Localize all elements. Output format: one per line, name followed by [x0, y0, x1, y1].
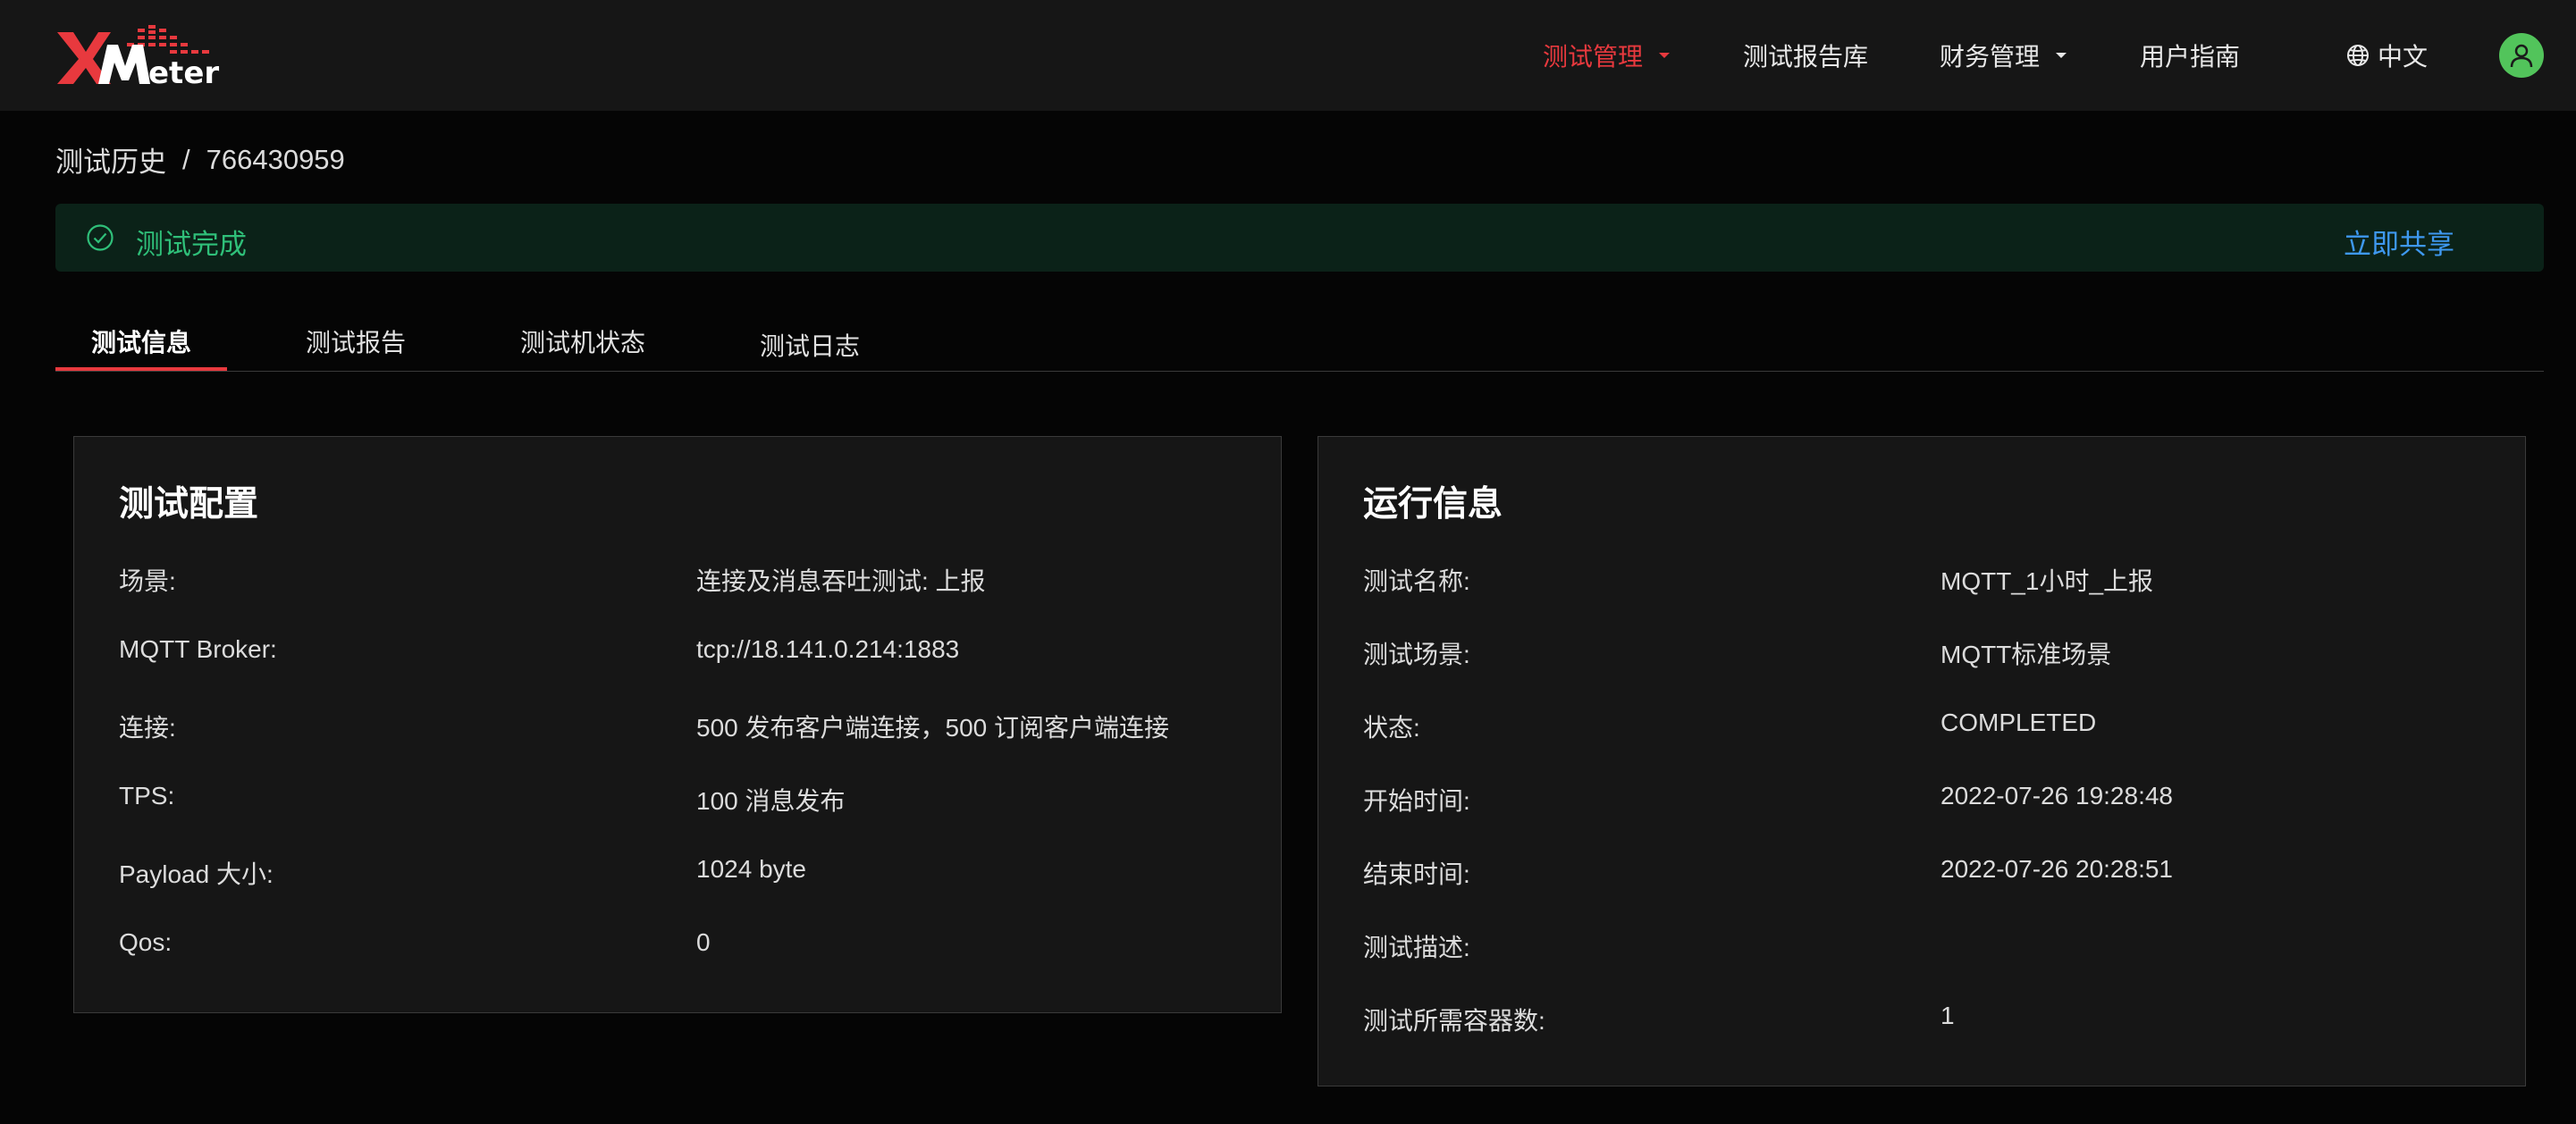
tab-test-info[interactable]: 测试信息: [91, 323, 191, 372]
row-value: 连接及消息吞吐测试: 上报: [696, 567, 986, 595]
row-value: 100 消息发布: [696, 787, 846, 815]
breadcrumb-parent-link[interactable]: 测试历史: [55, 139, 166, 180]
row-value: 1: [1940, 1002, 1955, 1029]
row-label: 结束时间:: [1363, 860, 1470, 888]
check-circle-icon: [87, 224, 114, 251]
nav-label: 测试报告库: [1743, 43, 1869, 71]
alert-message: 测试完成: [136, 229, 247, 260]
row-label: 测试名称:: [1363, 567, 1470, 595]
active-tab-indicator: [55, 367, 227, 371]
nav-label: 用户指南: [2140, 43, 2241, 71]
share-now-link[interactable]: 立即共享: [2344, 222, 2454, 262]
row-value: 2022-07-26 19:28:48: [1940, 782, 2173, 809]
test-config-card: 测试配置 场景: 连接及消息吞吐测试: 上报 MQTT Broker: tcp:…: [73, 436, 1282, 1013]
tab-label: 测试机状态: [520, 329, 646, 356]
row-label: 测试所需容器数:: [1363, 1007, 1545, 1035]
row-value: 0: [696, 928, 711, 956]
svg-text:eter: eter: [148, 55, 219, 84]
tab-bar: 测试信息 测试报告 测试机状态 测试日志: [55, 313, 2544, 372]
nav-label: 测试管理: [1543, 43, 1644, 71]
globe-icon: [2347, 45, 2369, 66]
row-label: 开始时间:: [1363, 787, 1470, 815]
row-label: Qos:: [119, 928, 173, 956]
tab-label: 测试日志: [760, 332, 861, 360]
row-label: 连接:: [119, 714, 176, 742]
top-navbar: eter 测试管理 测试报告库 财务管理 用户指南 中文: [0, 0, 2576, 111]
user-avatar[interactable]: [2499, 33, 2544, 78]
nav-test-management[interactable]: 测试管理: [1543, 0, 1671, 111]
breadcrumb-separator: /: [182, 143, 190, 175]
chevron-down-icon: [1659, 53, 1671, 58]
row-label: 测试描述:: [1363, 934, 1470, 961]
breadcrumb: 测试历史 / 766430959: [55, 139, 345, 180]
test-complete-alert: 测试完成 立即共享: [55, 204, 2544, 272]
row-value: 1024 byte: [696, 855, 806, 883]
tab-test-log[interactable]: 测试日志: [760, 327, 860, 375]
tab-test-report[interactable]: 测试报告: [306, 323, 406, 372]
tab-tester-status[interactable]: 测试机状态: [520, 323, 645, 372]
row-label: 场景:: [119, 567, 176, 595]
row-label: TPS:: [119, 782, 175, 809]
chevron-down-icon: [2056, 53, 2067, 58]
card-title: 运行信息: [1363, 485, 1503, 524]
row-value: 500 发布客户端连接，500 订阅客户端连接: [696, 714, 1169, 742]
row-value: COMPLETED: [1940, 709, 2097, 736]
nav-user-guide[interactable]: 用户指南: [2140, 0, 2240, 111]
run-info-card: 运行信息 测试名称: MQTT_1小时_上报 测试场景: MQTT标准场景 状态…: [1317, 436, 2526, 1086]
language-label: 中文: [2378, 43, 2429, 71]
nav-finance-management[interactable]: 财务管理: [1940, 0, 2067, 111]
tab-label: 测试信息: [91, 329, 192, 356]
xmeter-logo[interactable]: eter: [55, 25, 225, 84]
row-value: 2022-07-26 20:28:51: [1940, 855, 2173, 883]
row-label: 测试场景:: [1363, 641, 1470, 668]
language-switcher[interactable]: 中文: [2345, 0, 2428, 111]
card-title: 测试配置: [119, 485, 259, 524]
row-value: MQTT标准场景: [1940, 641, 2112, 668]
user-icon: [2510, 44, 2533, 68]
nav-report-library[interactable]: 测试报告库: [1743, 0, 1868, 111]
breadcrumb-current: 766430959: [206, 143, 345, 175]
nav-label: 财务管理: [1940, 43, 2041, 71]
row-label: MQTT Broker:: [119, 635, 277, 663]
row-value: tcp://18.141.0.214:1883: [696, 635, 960, 663]
row-label: Payload 大小:: [119, 860, 274, 888]
row-label: 状态:: [1363, 714, 1420, 742]
tab-label: 测试报告: [306, 329, 407, 356]
row-value: MQTT_1小时_上报: [1940, 567, 2154, 595]
